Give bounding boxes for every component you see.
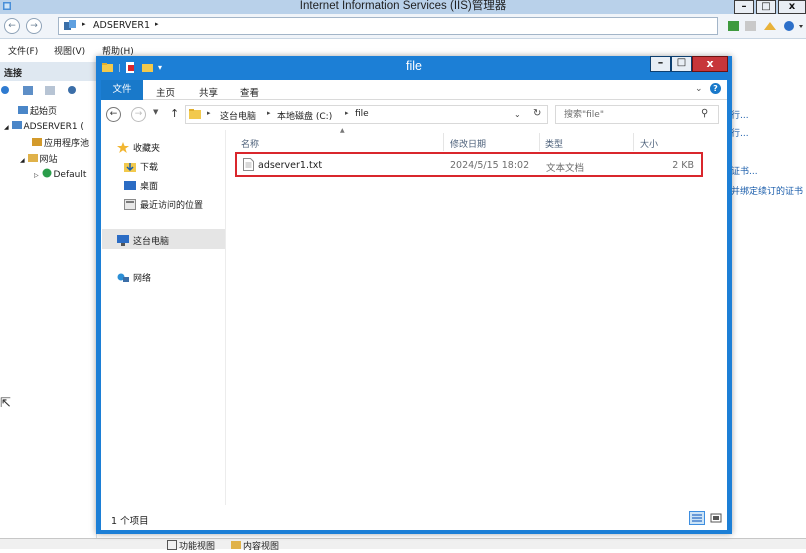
iis-close-button[interactable]: x (778, 0, 806, 14)
iis-addr-separator-icon: ▸ (82, 20, 86, 28)
menu-view[interactable]: 视图(V) (54, 44, 85, 57)
details-view-icon[interactable] (689, 511, 705, 525)
collapse-icon[interactable]: ◢ (20, 157, 25, 164)
folder-icon (189, 108, 201, 119)
recent-places-icon (124, 199, 136, 210)
breadcrumb-chevron-icon[interactable]: ▸ (207, 109, 211, 117)
iis-toolbar-icons (726, 17, 806, 35)
text-file-icon (243, 158, 254, 174)
column-header-type[interactable]: 类型 (545, 137, 563, 150)
file-size: 2 KB (672, 160, 694, 171)
file-type: 文本文档 (546, 163, 585, 174)
menu-file[interactable]: 文件(F) (8, 44, 38, 57)
action-link-1[interactable]: 行... (731, 108, 749, 121)
action-link-2[interactable]: 行... (731, 126, 749, 139)
tree-default-site[interactable]: ▷ Default (34, 168, 86, 180)
globe-icon (42, 168, 52, 178)
computer-icon (117, 235, 129, 246)
tree-start-page[interactable]: 起始页 (18, 104, 57, 117)
column-divider[interactable] (539, 133, 540, 151)
maximize-button[interactable]: □ (671, 56, 692, 72)
search-icon[interactable]: ⚲ (701, 108, 708, 119)
network-icon (117, 272, 129, 283)
breadcrumb-chevron-icon[interactable]: ▸ (267, 109, 271, 117)
iis-address-server[interactable]: ADSERVER1 (93, 20, 150, 31)
item-count: 1 个项目 (111, 516, 149, 527)
search-input[interactable] (564, 108, 694, 121)
start-page-icon (18, 105, 28, 115)
tree-app-pools[interactable]: 应用程序池 (32, 136, 89, 149)
up-arrow-icon[interactable]: ↑ (170, 107, 179, 120)
action-link-renew-binding[interactable]: 并绑定续订的证书 (731, 184, 803, 197)
breadcrumb-file[interactable]: file (355, 109, 369, 119)
collapse-icon[interactable]: ◢ (4, 124, 9, 131)
iis-bottom-bar (0, 538, 806, 549)
expand-ribbon-icon[interactable]: ⌄ (695, 84, 703, 94)
help-icon[interactable]: ? (710, 83, 721, 94)
nav-this-pc[interactable]: 这台电脑 (117, 234, 169, 247)
nav-recent-places[interactable]: 最近访问的位置 (124, 198, 203, 211)
column-header-modified[interactable]: 修改日期 (450, 137, 486, 150)
ribbon-tab-home[interactable]: 主页 (156, 85, 175, 99)
desktop-icon (124, 180, 136, 191)
iis-window-title: Internet Information Services (IIS)管理器 (299, 0, 507, 12)
iis-maximize-button[interactable]: □ (756, 0, 776, 14)
file-name[interactable]: adserver1.txt (258, 160, 322, 171)
file-modified: 2024/5/15 18:02 (450, 160, 530, 171)
column-header-name[interactable]: 名称 (241, 137, 259, 150)
nav-network[interactable]: 网络 (117, 271, 151, 284)
forward-button[interactable]: → (131, 107, 146, 122)
star-icon (117, 142, 129, 153)
back-button[interactable]: ← (106, 107, 121, 122)
nav-favorites[interactable]: 收藏夹 (117, 141, 160, 154)
ribbon (101, 80, 727, 100)
connections-header: 连接 (0, 62, 97, 81)
close-button[interactable]: x (692, 56, 728, 72)
mouse-cursor-icon: ⇱ (0, 396, 11, 411)
nav-desktop[interactable]: 桌面 (124, 179, 158, 192)
iis-minimize-button[interactable]: – (734, 0, 754, 14)
breadcrumb-local-disk[interactable]: 本地磁盘 (C:) (277, 109, 332, 122)
tab-content-view[interactable]: 内容视图 (231, 539, 279, 552)
recent-locations-dropdown-icon[interactable]: ▼ (153, 108, 158, 116)
large-icons-view-icon[interactable] (708, 511, 724, 525)
action-link-certificate[interactable]: 证书... (731, 164, 758, 177)
expand-icon[interactable]: ▷ (34, 172, 39, 179)
column-header-size[interactable]: 大小 (640, 137, 658, 150)
tree-server[interactable]: ◢ ADSERVER1 ( (4, 120, 84, 132)
navigation-pane (101, 130, 226, 505)
ribbon-tab-file[interactable]: 文件 (101, 80, 143, 100)
server-icon (64, 20, 76, 34)
breadcrumb-chevron-icon[interactable]: ▸ (345, 109, 349, 117)
minimize-button[interactable]: – (650, 56, 671, 72)
downloads-icon (124, 161, 136, 172)
connections-toolbar (0, 82, 97, 98)
iis-addr-separator-icon: ▸ (155, 20, 159, 28)
iis-back-icon[interactable]: ← (4, 18, 20, 34)
ribbon-tab-share[interactable]: 共享 (199, 85, 218, 99)
ribbon-tab-view[interactable]: 查看 (240, 85, 259, 99)
explorer-window-title: file (406, 59, 422, 73)
sort-ascending-icon: ▲ (340, 127, 345, 134)
column-divider[interactable] (443, 133, 444, 151)
iis-forward-icon[interactable]: → (26, 18, 42, 34)
file-list-pane (226, 130, 727, 505)
sites-icon (27, 153, 38, 163)
server-icon (11, 120, 22, 130)
status-bar (101, 505, 727, 530)
tree-sites[interactable]: ◢ 网站 (20, 152, 58, 165)
app-pool-icon (32, 137, 42, 147)
address-dropdown-icon[interactable]: ⌄ (514, 110, 521, 119)
breadcrumb-this-pc[interactable]: 这台电脑 (220, 109, 256, 122)
column-divider[interactable] (633, 133, 634, 151)
tab-features-view[interactable]: 功能视图 (167, 539, 215, 552)
refresh-icon[interactable]: ↻ (533, 108, 541, 119)
nav-downloads[interactable]: 下载 (124, 160, 158, 173)
